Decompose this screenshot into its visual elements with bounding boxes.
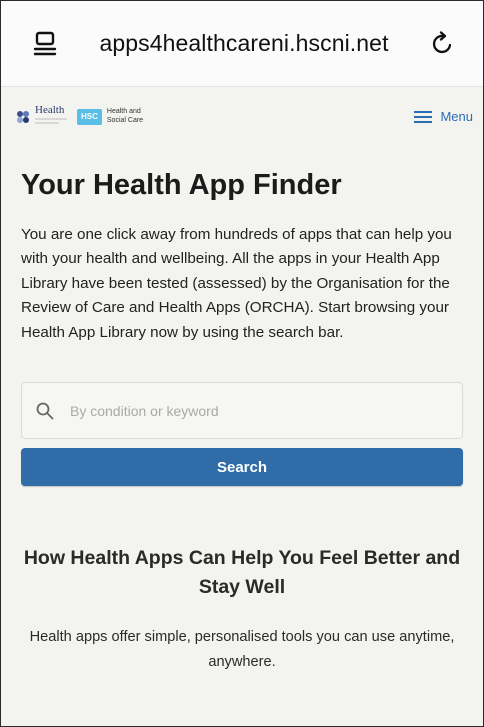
section-body: Health apps offer simple, personalised t… <box>29 629 455 671</box>
section-title: How Health Apps Can Help You Feel Better… <box>23 547 461 599</box>
main-content: Your Health App Finder You are one click… <box>1 168 483 676</box>
dept-emblem-icon <box>17 110 29 123</box>
department-of-health-logo: Health <box>15 105 67 128</box>
search-button[interactable]: Search <box>21 448 463 487</box>
phone-screen: apps4healthcareni.hscni.net Health HSC H… <box>0 0 484 727</box>
dept-logo-subtext <box>35 116 67 128</box>
browser-address-bar: apps4healthcareni.hscni.net <box>1 1 483 86</box>
page-title: Your Health App Finder <box>21 169 342 201</box>
hsc-line-1: Health and <box>106 108 141 116</box>
menu-button[interactable]: Menu <box>414 109 473 124</box>
tabs-icon[interactable] <box>31 30 59 58</box>
search-input[interactable] <box>68 401 448 420</box>
reload-icon[interactable] <box>429 30 457 58</box>
dept-logo-text: Health <box>35 104 65 116</box>
hsc-badge: HSC <box>77 108 102 125</box>
search-icon <box>36 402 54 420</box>
browser-url[interactable]: apps4healthcareni.hscni.net <box>99 30 388 57</box>
search-field[interactable] <box>21 382 463 440</box>
intro-text: You are one click away from hundreds of … <box>21 225 452 341</box>
hamburger-icon <box>414 110 433 123</box>
site-header: Health HSC Health and Social Care Menu <box>1 86 483 146</box>
hsc-line-2: Social Care <box>106 116 144 124</box>
menu-label: Menu <box>440 109 473 124</box>
hsc-logo: HSC Health and Social Care <box>77 108 144 125</box>
site-logos[interactable]: Health HSC Health and Social Care <box>15 105 143 128</box>
